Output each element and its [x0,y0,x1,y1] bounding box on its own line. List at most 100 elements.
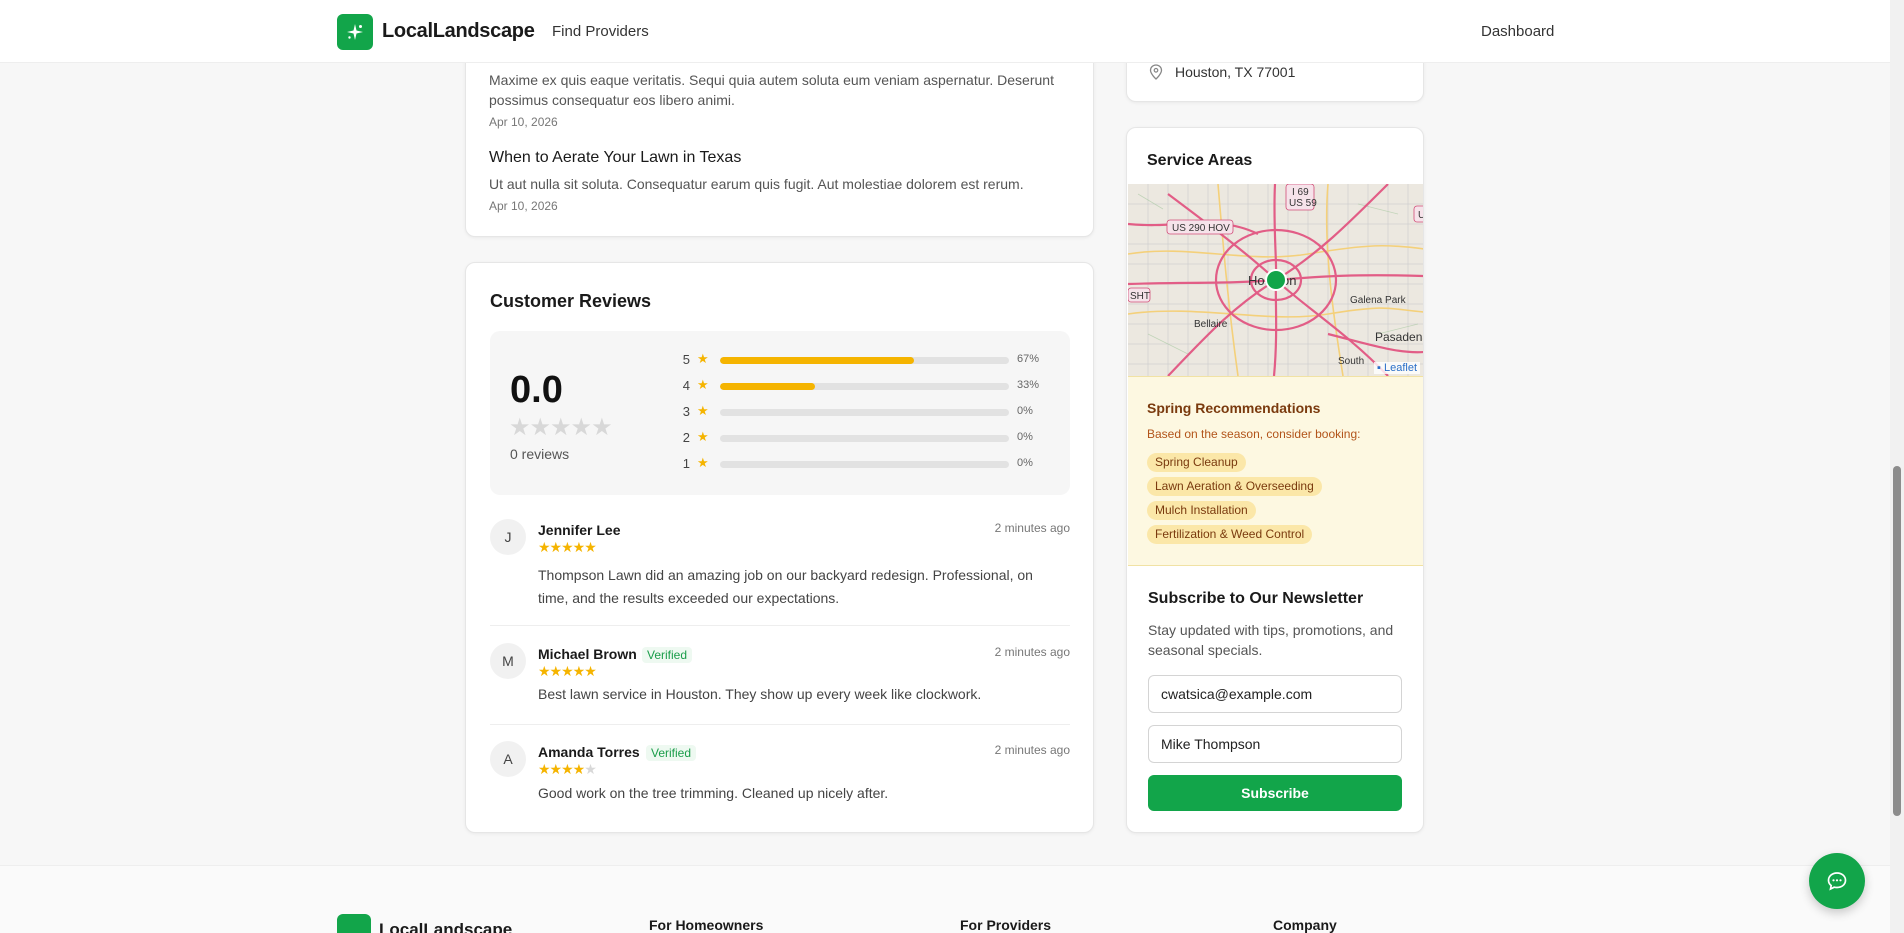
map-label: I 69 [1292,187,1309,198]
rating-bar-stars: 4 [682,378,690,393]
star-icon: ★ [697,403,709,418]
blog-post-excerpt: Maxime ex quis eaque veritatis. Sequi qu… [489,72,1054,108]
rating-bar-percent: 0% [1017,431,1033,443]
star-icon: ★ [697,351,709,366]
rating-bar-2: 2 ★ 0% [680,429,1050,447]
spring-subtitle: Based on the season, consider booking: [1147,427,1361,441]
rating-bar-stars: 5 [682,352,690,367]
review-stars-icon: ★★★★★ [538,761,597,777]
service-areas-card: Service Areas US 290 HOV I 69 US 59 SHT … [1126,127,1424,833]
blog-post-date: Apr 10, 2026 [489,199,558,213]
newsletter-subtitle: Stay updated with tips, promotions, and … [1148,622,1394,658]
map-label: US 59 [1289,198,1317,209]
top-navbar: LocalLandscape Find Providers Dashboard [0,0,1890,63]
star-icon: ★ [697,429,709,444]
rating-bar-track [720,383,1009,390]
customer-reviews-card: Customer Reviews 0.0 ★★★★★ 0 reviews 5 ★… [465,262,1094,833]
map-label: SHT [1130,291,1150,302]
reviews-title: Customer Reviews [490,291,652,311]
map-pin-icon [1149,64,1163,80]
review-stars-icon: ★★★★★ [538,663,597,679]
chat-button[interactable] [1809,853,1865,909]
rating-bar-5: 5 ★ 67% [680,351,1050,369]
divider [490,724,1070,725]
review-time: 2 minutes ago [994,521,1070,535]
recommendation-chip[interactable]: Spring Cleanup [1147,453,1246,472]
nav-dashboard[interactable]: Dashboard [1481,23,1554,40]
rating-bar-stars: 1 [682,456,690,471]
rating-bar-percent: 67% [1017,353,1040,365]
rating-bar-3: 3 ★ 0% [680,403,1050,421]
rating-bar-fill [720,357,914,364]
review-text: Thompson Lawn did an amazing job on our … [538,567,1033,606]
average-rating: 0.0 [510,369,563,411]
rating-bar-4: 4 ★ 33% [680,377,1050,395]
map-canvas[interactable]: US 290 HOV I 69 US 59 SHT U Bellaire Gal… [1128,184,1424,376]
rating-bar-track [720,461,1009,468]
rating-bar-fill [720,383,816,390]
reviewer-name: Jennifer Lee [538,522,621,538]
recommendation-chip[interactable]: Lawn Aeration & Overseeding [1147,477,1322,496]
review-item: J Jennifer Lee ★★★★★ 2 minutes ago Thomp… [490,519,1070,619]
rating-bar-1: 1 ★ 0% [680,455,1050,473]
review-stars-icon: ★★★★★ [538,539,597,555]
avatar: A [490,741,526,777]
rating-bar-stars: 2 [682,430,690,445]
star-icon: ★ [697,455,709,470]
footer-column-providers: For Providers [960,917,1052,933]
star-icon: ★ [697,377,709,392]
map-attribution[interactable]: ▪ Leaflet [1374,362,1420,374]
divider [490,625,1070,626]
footer-logo-text[interactable]: LocalLandscape [379,920,512,933]
email-field[interactable] [1148,675,1402,713]
reviewer-name: Amanda Torres [538,744,640,760]
rating-summary: 0.0 ★★★★★ 0 reviews 5 ★ 67% 4 ★ 33% 3 ★ … [490,331,1070,495]
blog-post-excerpt: Ut aut nulla sit soluta. Consequatur ear… [489,176,1024,192]
review-time: 2 minutes ago [994,645,1070,659]
review-item: M Michael Brown Verified ★★★★★ 2 minutes… [490,643,1070,713]
scrollbar[interactable] [1890,0,1904,933]
review-text: Good work on the tree trimming. Cleaned … [538,785,889,801]
newsletter-title: Subscribe to Our Newsletter [1148,590,1364,607]
footer-column-company: Company [1273,917,1337,933]
rating-bar-percent: 33% [1017,379,1040,391]
subscribe-button[interactable]: Subscribe [1148,775,1402,811]
blog-post-date: Apr 10, 2026 [489,115,558,129]
location-address: Houston, TX 77001 [1175,64,1296,80]
map-label: Pasadena [1375,330,1424,344]
name-field[interactable] [1148,725,1402,763]
blog-post-title[interactable]: When to Aerate Your Lawn in Texas [489,149,741,167]
logo-text[interactable]: LocalLandscape [382,20,535,43]
rating-bar-track [720,357,1009,364]
spring-recommendations: Spring Recommendations Based on the seas… [1128,376,1423,566]
spring-title: Spring Recommendations [1147,400,1321,416]
rating-bar-track [720,435,1009,442]
nav-find-providers[interactable]: Find Providers [552,23,649,40]
recommendation-chip[interactable]: Mulch Installation [1147,501,1256,520]
logo-icon[interactable] [337,14,373,50]
average-stars-icon: ★★★★★ [509,414,613,441]
review-item: A Amanda Torres Verified ★★★★★ 2 minutes… [490,741,1070,811]
verified-badge: Verified [646,745,697,761]
avatar: J [490,519,526,555]
service-area-map[interactable]: US 290 HOV I 69 US 59 SHT U Bellaire Gal… [1128,184,1424,376]
verified-badge: Verified [642,647,693,663]
map-marker-icon[interactable] [1265,269,1287,291]
map-label: US 290 HOV [1172,223,1230,234]
review-text: Best lawn service in Houston. They show … [538,686,982,702]
map-label: South [1338,356,1364,367]
map-label: Galena Park [1350,295,1407,306]
service-areas-title: Service Areas [1147,152,1253,169]
rating-bar-stars: 3 [682,404,690,419]
footer-logo-icon[interactable] [337,914,371,933]
scrollbar-thumb[interactable] [1893,466,1901,816]
review-time: 2 minutes ago [994,743,1070,757]
rating-bar-percent: 0% [1017,457,1033,469]
footer: LocalLandscape For Homeowners For Provid… [0,865,1890,933]
rating-bar-percent: 0% [1017,405,1033,417]
map-label: U [1418,210,1424,221]
recommendation-chip[interactable]: Fertilization & Weed Control [1147,525,1313,544]
avatar: M [490,643,526,679]
chat-bubble-icon [1827,872,1847,891]
review-count: 0 reviews [510,446,570,462]
